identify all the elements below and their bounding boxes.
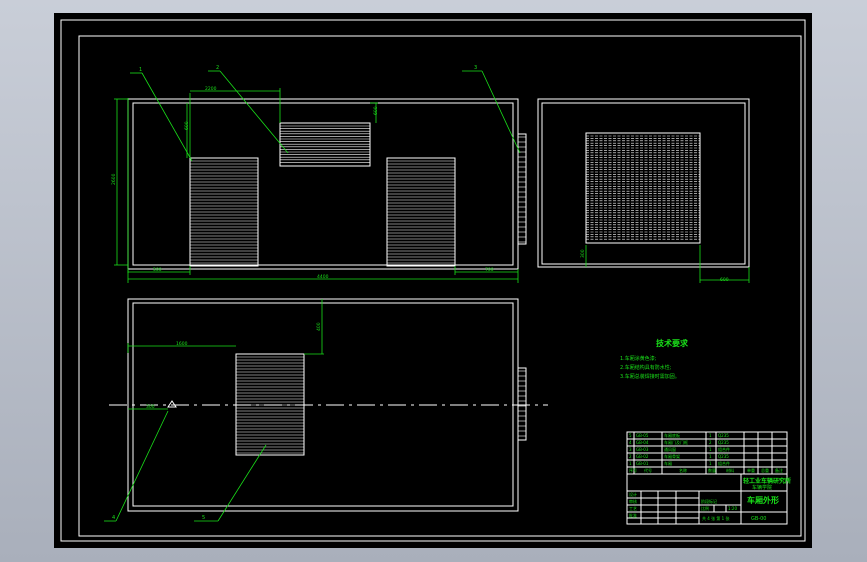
- dim-plan-top: 1600: [176, 341, 188, 347]
- door-hatch-right: [387, 160, 455, 264]
- scale-value: 1:20: [728, 506, 737, 511]
- dim-bottom-left: 500: [153, 267, 162, 273]
- notes-title: 技术要求: [656, 338, 689, 348]
- side-view: [537, 98, 750, 268]
- leader-label-2: 2: [216, 65, 219, 71]
- header-remark: 备注: [775, 467, 783, 473]
- technical-notes: 技术要求 1.车厢涂黄色漆; 2.车厢结构具有防水性; 3.车厢总装焊接时需加固…: [620, 338, 689, 380]
- parts-list: 5 GB-05 车厢底板 1 Q235 4 GB-04 车厢门及门框 2 Q235 3 GB-03 通风…: [629, 432, 730, 466]
- part-row-cell: 3: [629, 447, 632, 452]
- plan-view: [109, 298, 548, 512]
- part-row-cell: 组合件: [718, 446, 730, 452]
- dim-side-right: 600: [720, 277, 729, 283]
- dim-plan-vertical: 400: [316, 322, 322, 331]
- dim-h2: 600: [373, 106, 379, 115]
- header-qty: 数量: [708, 467, 716, 473]
- part-row-cell: 1: [709, 454, 712, 459]
- part-row-cell: Q235: [718, 433, 729, 438]
- part-row-cell: 1: [709, 447, 712, 452]
- door-hatch-left: [190, 160, 258, 264]
- dim-top: 2200: [205, 86, 217, 92]
- leader-label-4: 4: [112, 515, 115, 521]
- cad-drawing: 2200 600 600 2600 500 700 4400 1 2 3 600…: [60, 19, 806, 542]
- plan-vent: [518, 370, 526, 437]
- stage-mark: 阶段标记: [701, 498, 717, 504]
- dim-plan-left: 300: [146, 404, 155, 410]
- outer-border: [60, 19, 806, 542]
- part-row-cell: 通风窗: [664, 446, 676, 452]
- dim-bottom-right: 700: [485, 267, 494, 273]
- plan-dimensions: 1600 400 300 4 5: [104, 299, 324, 522]
- leader-label-3: 3: [474, 65, 477, 71]
- leader-label-1: 1: [139, 67, 142, 73]
- side-vent: [518, 136, 526, 243]
- note-3: 3.车厢总装焊接时需加固。: [620, 373, 680, 380]
- part-row-cell: GB-01: [636, 461, 649, 466]
- part-row-cell: 车厢门及门框: [664, 439, 688, 445]
- note-1: 1.车厢涂黄色漆;: [620, 355, 657, 362]
- header-code: 代号: [644, 467, 652, 473]
- part-row-cell: GB-02: [636, 454, 649, 459]
- dim-left-vertical: 2600: [111, 173, 117, 185]
- part-row-cell: GB-03: [636, 447, 649, 452]
- part-row-cell: 组合件: [718, 460, 730, 466]
- part-row-cell: Q235: [718, 440, 729, 445]
- dim-side-left: 300: [580, 249, 586, 258]
- sign-review: 审核: [629, 498, 637, 504]
- drawing-sheet: 2200 600 600 2600 500 700 4400 1 2 3 600…: [54, 13, 812, 548]
- header-unit-weight: 单重: [747, 467, 755, 473]
- part-row-cell: GB-04: [636, 440, 649, 445]
- part-row-cell: 1: [629, 461, 632, 466]
- part-row-cell: GB-05: [636, 433, 649, 438]
- header-material: 材料: [726, 467, 734, 473]
- scale-label: 比例: [701, 505, 709, 511]
- note-2: 2.车厢结构具有防水性;: [620, 364, 672, 371]
- drawing-title: 车厢外形: [747, 495, 779, 505]
- window-hatch: [280, 125, 370, 163]
- part-row-cell: 2: [709, 440, 712, 445]
- part-row-cell: 车厢: [664, 460, 672, 466]
- sign-process: 工艺: [629, 506, 637, 511]
- part-row-cell: 1: [709, 433, 712, 438]
- drawing-number: GB-00: [751, 516, 766, 522]
- part-row-cell: 车厢底板: [664, 432, 680, 438]
- leader-label-5: 5: [202, 515, 205, 521]
- part-row-cell: 4: [629, 440, 632, 445]
- part-row-cell: 5: [629, 433, 632, 438]
- header-name: 名称: [679, 467, 687, 473]
- sheet-info: 共 4 张 第 1 张: [702, 515, 729, 521]
- header-total-weight: 总重: [761, 467, 769, 473]
- side-hatch: [586, 135, 700, 240]
- title-block: 5 GB-05 车厢底板 1 Q235 4 GB-04 车厢门及门框 2 Q235 3 GB-03 通风…: [626, 431, 791, 525]
- school-name-2: 车辆学院: [752, 484, 772, 491]
- sign-approve: 批准: [629, 512, 637, 518]
- sign-design: 设计: [629, 491, 637, 497]
- school-name: 轻工业车辆研究所: [743, 477, 791, 485]
- part-row-cell: 车厢骨架: [664, 453, 680, 459]
- front-dimensions: 2200 600 600 2600 500 700 4400 1 2 3: [111, 65, 521, 283]
- dim-total-length: 4400: [317, 274, 329, 280]
- header-seq: 序号: [629, 467, 637, 473]
- dim-h1: 600: [184, 121, 190, 130]
- part-row-cell: 1: [709, 461, 712, 466]
- part-row-cell: 2: [629, 454, 632, 459]
- part-row-cell: Q235: [718, 454, 729, 459]
